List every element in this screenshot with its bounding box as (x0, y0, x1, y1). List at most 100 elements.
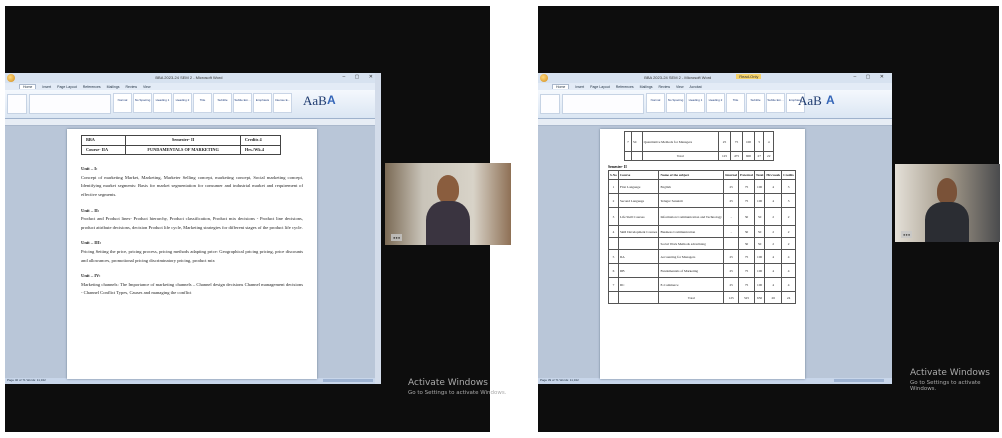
ruler (5, 119, 381, 126)
table-cell: 4 (781, 249, 796, 264)
column-header: Total (753, 170, 766, 180)
change-styles-icon[interactable]: A (826, 93, 835, 107)
tab-insert[interactable]: Insert (575, 85, 584, 89)
tab-insert[interactable]: Insert (42, 85, 51, 89)
table-cell: Second Language (617, 193, 660, 208)
table-cell: 25 (723, 249, 740, 264)
zoom-slider[interactable] (834, 379, 884, 382)
style-title[interactable]: Title (193, 93, 212, 113)
style-subtitle[interactable]: Subtitle (213, 93, 232, 113)
style-title[interactable]: Title (726, 93, 745, 113)
participant-head (937, 178, 957, 204)
office-orb-icon[interactable] (540, 74, 548, 82)
table-cell: 100 (741, 131, 755, 152)
vertical-scrollbar[interactable] (375, 73, 381, 384)
table-cell: 100 (753, 277, 766, 292)
tab-review[interactable]: Review (659, 85, 670, 89)
font-group[interactable] (29, 94, 111, 114)
table-cell: - (723, 225, 740, 238)
table-cell: 26 (764, 291, 783, 304)
style-subtle-emphasis[interactable]: Subtle Em... (766, 93, 785, 113)
table-cell: 4 (764, 277, 783, 292)
table-cell: 24 (781, 291, 796, 304)
tab-page-layout[interactable]: Page Layout (590, 85, 610, 89)
style-heading1[interactable]: Heading 1 (686, 93, 705, 113)
activate-title: Activate Windows (408, 378, 488, 388)
table-cell: 4 (608, 225, 619, 238)
paste-button[interactable] (540, 94, 560, 114)
table-cell: 3 (781, 193, 796, 208)
tab-mailings[interactable]: Mailings (640, 85, 653, 89)
participant-video-right: ●●● (895, 164, 1000, 242)
document-page: 7 SC Quantitative Methods for Managers 2… (600, 129, 805, 379)
tab-home[interactable]: Home (552, 84, 570, 89)
window-controls[interactable]: – ▢ ✕ (343, 74, 377, 80)
table-cell: 4 (764, 249, 783, 264)
tab-review[interactable]: Review (126, 85, 137, 89)
table-cell: 25 (723, 193, 740, 208)
office-orb-icon[interactable] (7, 74, 15, 82)
tab-references[interactable]: References (616, 85, 634, 89)
table-cell: 100 (753, 193, 766, 208)
semester1-tail-table: 7 SC Quantitative Methods for Managers 2… (624, 131, 774, 161)
table-cell: 75 (738, 179, 755, 194)
table-header-row: S.No Course Name of the subject Internal… (608, 170, 796, 180)
big-style-preview[interactable]: AaB (798, 93, 822, 109)
big-style-preview[interactable]: AaB (303, 93, 327, 109)
title-bar: BBA 2023-24 SEM 2 - Microsoft Word – ▢ ✕ (5, 73, 381, 83)
table-cell: IIB (617, 263, 660, 278)
style-no-spacing[interactable]: No Spacing (666, 93, 685, 113)
tab-page-layout[interactable]: Page Layout (57, 85, 77, 89)
table-cell: - (723, 207, 740, 226)
zoom-slider[interactable] (323, 379, 373, 382)
change-styles-icon[interactable]: A (327, 93, 336, 107)
font-group[interactable] (562, 94, 644, 114)
table-cell: IIA (617, 249, 660, 264)
table-cell: BBA (80, 135, 127, 146)
table-cell: 25 (723, 277, 740, 292)
status-text: Page 40 of 71 Words: 11,342 (7, 378, 46, 382)
style-subtitle[interactable]: Subtitle (746, 93, 765, 113)
column-header: Course (617, 170, 660, 180)
styles-gallery: Normal No Spacing Heading 1 Heading 2 Ti… (646, 93, 805, 113)
ribbon-tabs: Home Insert Page Layout References Maili… (538, 83, 892, 90)
table-cell: 25 (723, 263, 740, 278)
style-normal[interactable]: Normal (113, 93, 132, 113)
table-cell: 3 (608, 207, 619, 226)
window-title: BBA 2023-24 SEM 2 - Microsoft Word (155, 75, 223, 80)
style-normal[interactable]: Normal (646, 93, 665, 113)
style-no-spacing[interactable]: No Spacing (133, 93, 152, 113)
window-controls[interactable]: – ▢ ✕ (854, 74, 888, 80)
table-row: Social Work Methods advertising 50 50 2 … (608, 237, 796, 250)
tab-view[interactable]: View (676, 85, 684, 89)
style-emphasis[interactable]: Emphasis (253, 93, 272, 113)
tab-mailings[interactable]: Mailings (107, 85, 120, 89)
style-heading2[interactable]: Heading 2 (706, 93, 725, 113)
table-row: 1 First Language English 25 75 100 4 3 (608, 179, 796, 194)
style-heading2[interactable]: Heading 2 (173, 93, 192, 113)
table-cell: Life Skill Courses (617, 207, 660, 226)
semester2-table: S.No Course Name of the subject Internal… (608, 170, 796, 304)
table-cell: Information Communication and Technology (658, 207, 725, 226)
table-cell: Hrs./Wk.4 (239, 144, 282, 156)
table-cell: 2 (781, 237, 796, 250)
table-cell: 50 (738, 225, 755, 238)
table-cell: 7 (624, 131, 632, 152)
table-row: 5 IIA Accounting for Managers 25 75 100 … (608, 249, 796, 264)
style-subtle-emphasis[interactable]: Subtle Em... (233, 93, 252, 113)
style-intense-emphasis[interactable]: Intense E... (273, 93, 292, 113)
tab-acrobat[interactable]: Acrobat (690, 85, 702, 89)
paste-button[interactable] (7, 94, 27, 114)
read-only-badge: Read-Only (736, 74, 762, 79)
word-window-right: BBA 2023-24 SEM 2 - Microsoft Word Read-… (538, 73, 892, 384)
table-cell: 4 (764, 179, 783, 194)
table-cell: Telugu/ Sanskrit (658, 193, 725, 208)
table-cell: 525 (738, 291, 755, 304)
table-row: 4 Skill Development Courses Business Com… (608, 225, 796, 238)
tab-view[interactable]: View (143, 85, 151, 89)
column-header: Internal (723, 170, 740, 180)
tab-references[interactable]: References (83, 85, 101, 89)
table-cell: 475 (729, 151, 743, 161)
style-heading1[interactable]: Heading 1 (153, 93, 172, 113)
tab-home[interactable]: Home (19, 84, 37, 89)
